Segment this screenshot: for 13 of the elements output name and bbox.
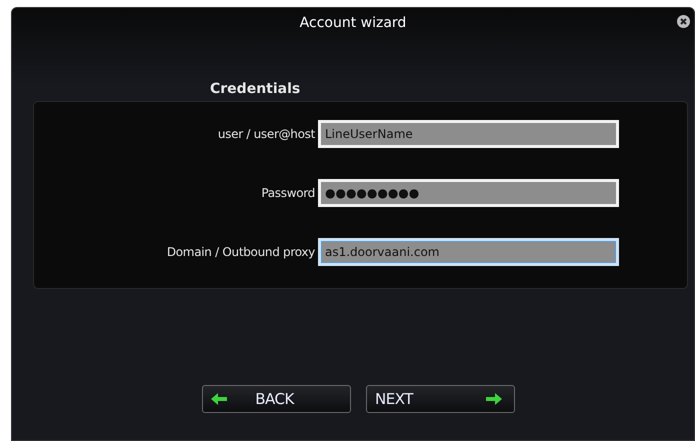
left-arrow-icon <box>211 393 227 405</box>
right-arrow-icon <box>486 393 502 405</box>
input-field[interactable]: ●●●●●●●●● <box>318 179 619 207</box>
close-icon[interactable] <box>677 15 690 28</box>
section-title: Credentials <box>210 81 302 99</box>
next-button[interactable]: NEXT <box>366 385 515 413</box>
window-title: Account wizard <box>300 15 406 31</box>
field-label: Password <box>260 186 316 200</box>
field-label: Domain / Outbound proxy <box>166 245 316 259</box>
field-label: user / user@host <box>216 127 316 141</box>
back-button[interactable]: BACK <box>202 385 351 413</box>
input-field[interactable]: as1.doorvaani.com <box>318 238 619 266</box>
input-field[interactable]: LineUserName <box>318 120 619 148</box>
